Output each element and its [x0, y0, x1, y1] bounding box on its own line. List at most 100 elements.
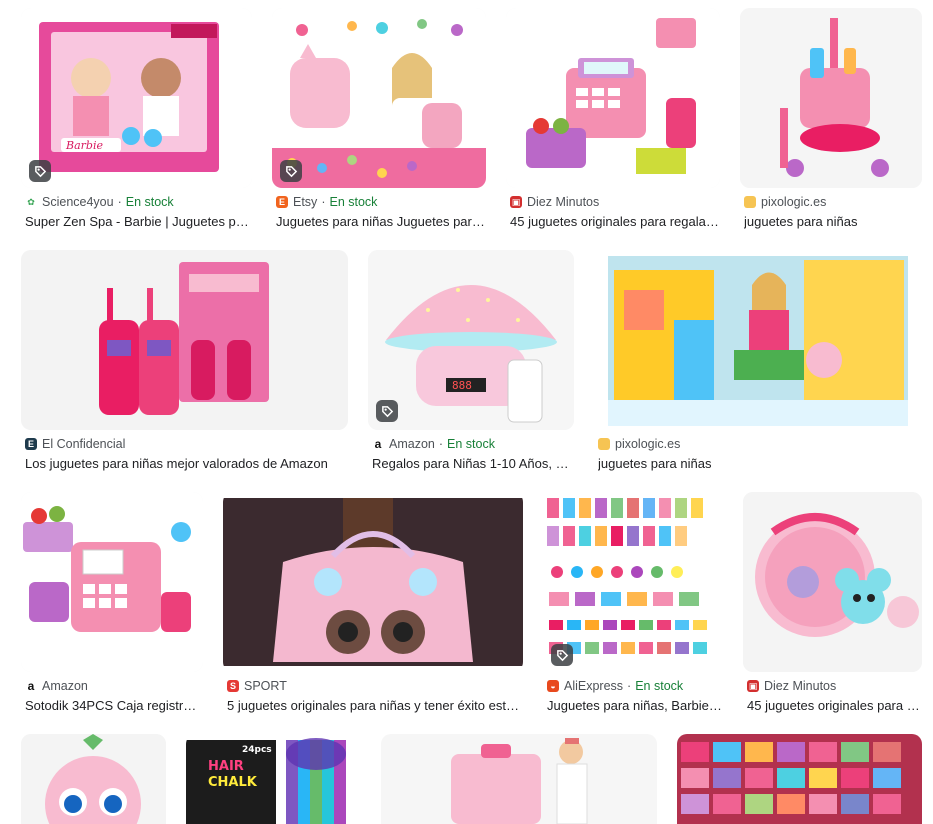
barbie-spa-image: Barbie	[21, 8, 252, 188]
leaf-icon: ✿	[25, 196, 37, 208]
doctor-kit-image	[381, 734, 657, 824]
result-source[interactable]: a Amazon · En stock	[372, 436, 495, 452]
elconfidencial-icon: E	[25, 438, 37, 450]
result-title[interactable]: Sotodik 34PCS Caja registrad…	[25, 698, 203, 713]
result-thumbnail[interactable]	[21, 492, 203, 672]
source-name: Diez Minutos	[527, 195, 600, 209]
result-source[interactable]: E Etsy · En stock	[276, 194, 377, 210]
result-title[interactable]: Juguetes para niñas Juguetes para …	[276, 214, 486, 229]
cash-register-image	[506, 8, 720, 188]
source-name: Amazon	[389, 437, 435, 451]
toy-cash-register-image	[21, 492, 203, 672]
source-name: AliExpress	[564, 679, 624, 693]
result-title[interactable]: 5 juguetes originales para niñas y tener…	[227, 698, 523, 713]
etsy-icon: E	[276, 196, 288, 208]
result-thumbnail[interactable]	[223, 492, 523, 672]
svg-text:24pcs: 24pcs	[242, 745, 272, 755]
svg-text:Barbie: Barbie	[65, 139, 103, 152]
result-card[interactable]	[21, 734, 166, 824]
result-title[interactable]: Regalos para Niñas 1-10 Años, Ju…	[372, 456, 574, 471]
result-thumbnail[interactable]: 888	[368, 250, 574, 430]
shopping-tag-icon	[551, 644, 573, 666]
shopping-tag-icon	[376, 400, 398, 422]
result-thumbnail[interactable]	[506, 8, 720, 188]
result-source[interactable]: ▣ Diez Minutos	[747, 678, 836, 694]
result-thumbnail[interactable]	[743, 492, 922, 672]
result-source[interactable]: ▣ Diez Minutos	[510, 194, 599, 210]
shopping-tag-icon	[29, 160, 51, 182]
source-name: Etsy	[293, 195, 318, 209]
result-title[interactable]: juguetes para niñas	[598, 456, 922, 471]
result-card[interactable]: ◒ AliExpress · En stock Juguetes para niña…	[543, 492, 723, 717]
pixologic-icon	[598, 438, 610, 450]
result-card[interactable]: E Etsy · En stock Juguetes para niñas Jugu…	[272, 8, 486, 233]
result-thumbnail[interactable]: 24pcs HAIR CHALK	[186, 734, 361, 824]
amazon-icon: a	[25, 679, 37, 693]
stock-badge: En stock	[329, 195, 378, 209]
result-thumbnail[interactable]	[740, 8, 922, 188]
plush-bag-image	[223, 492, 523, 672]
result-card[interactable]: 888 a Amazon · En stock Regalos para Niñas…	[368, 250, 574, 475]
result-title[interactable]: 45 juguetes originales para regalar …	[510, 214, 720, 229]
result-source[interactable]: pixologic.es	[598, 436, 680, 452]
result-thumbnail[interactable]	[21, 734, 166, 824]
result-title[interactable]: 45 juguetes originales para regalar a r…	[747, 698, 922, 713]
result-source[interactable]: ✿ Science4you · En stock	[25, 194, 174, 210]
result-card[interactable]	[381, 734, 657, 824]
result-title[interactable]: juguetes para niñas	[744, 214, 922, 229]
result-thumbnail[interactable]	[381, 734, 657, 824]
toy-shelves-image	[677, 734, 922, 824]
stock-badge: En stock	[125, 195, 174, 209]
peppa-playhouse-image	[594, 250, 922, 430]
source-name: pixologic.es	[615, 437, 681, 451]
result-title[interactable]: Los juguetes para niñas mejor valorados …	[25, 456, 348, 471]
svg-text:CHALK: CHALK	[208, 775, 258, 790]
stock-badge: En stock	[447, 437, 495, 451]
aliexpress-icon: ◒	[547, 680, 559, 692]
result-thumbnail[interactable]	[21, 250, 348, 430]
cleaning-cart-image	[740, 8, 922, 188]
girl-backpack-image	[272, 8, 486, 188]
source-name: Amazon	[42, 679, 88, 693]
result-thumbnail[interactable]	[677, 734, 922, 824]
surprise-ball-doll-image	[743, 492, 922, 672]
result-card[interactable]: ▣ Diez Minutos 45 juguetes originales pa…	[506, 8, 720, 233]
result-source[interactable]: S SPORT	[227, 678, 287, 694]
result-title[interactable]: Juguetes para niñas, Barbies, …	[547, 698, 723, 713]
result-card[interactable]: pixologic.es juguetes para niñas	[740, 8, 922, 233]
source-name: Diez Minutos	[764, 679, 837, 693]
result-title[interactable]: Super Zen Spa - Barbie | Juguetes para…	[25, 214, 252, 229]
pixologic-icon	[744, 196, 756, 208]
shopping-tag-icon	[280, 160, 302, 182]
result-card[interactable]: E El Confidencial Los juguetes para niña…	[21, 250, 348, 475]
star-projector-image: 888	[368, 250, 574, 430]
result-card[interactable]: a Amazon Sotodik 34PCS Caja registrad…	[21, 492, 203, 717]
stock-badge: En stock	[635, 679, 684, 693]
source-name: SPORT	[244, 679, 287, 693]
svg-text:888: 888	[452, 379, 472, 392]
result-card[interactable]: ▣ Diez Minutos 45 juguetes originales pa…	[743, 492, 922, 717]
result-thumbnail[interactable]	[594, 250, 922, 430]
result-thumbnail[interactable]	[272, 8, 486, 188]
diezminutos-icon: ▣	[747, 680, 759, 692]
hair-chalk-image: 24pcs HAIR CHALK	[186, 734, 361, 824]
result-thumbnail[interactable]	[543, 492, 723, 672]
result-card[interactable]: Barbie ✿ Science4you · En stock Super Zen …	[21, 8, 252, 233]
result-card[interactable]: S SPORT 5 juguetes originales para niñas…	[223, 492, 523, 717]
source-name: pixologic.es	[761, 195, 827, 209]
sport-icon: S	[227, 680, 239, 692]
result-card[interactable]	[677, 734, 922, 824]
source-name: El Confidencial	[42, 437, 126, 451]
result-source[interactable]: pixologic.es	[744, 194, 826, 210]
source-name: Science4you	[42, 195, 114, 209]
result-thumbnail[interactable]: Barbie	[21, 8, 252, 188]
result-source[interactable]: E El Confidencial	[25, 436, 125, 452]
result-card[interactable]: 24pcs HAIR CHALK	[186, 734, 361, 824]
amazon-icon: a	[372, 437, 384, 451]
walkie-talkies-image	[21, 250, 348, 430]
diezminutos-icon: ▣	[510, 196, 522, 208]
result-source[interactable]: a Amazon	[25, 678, 88, 694]
result-source[interactable]: ◒ AliExpress · En stock	[547, 678, 683, 694]
result-card[interactable]: pixologic.es juguetes para niñas	[594, 250, 922, 475]
svg-text:HAIR: HAIR	[208, 759, 244, 774]
